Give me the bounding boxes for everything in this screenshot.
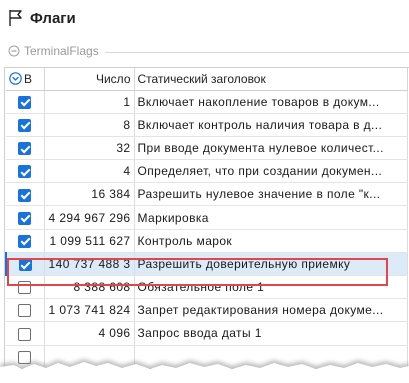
table-row[interactable]: 16 384 Разрешить нулевое значение в поле … [6,182,408,207]
title-bar: Флаги [0,0,409,36]
header-row: В Число Статический заголовок [6,68,408,91]
row-checkbox-cell[interactable] [6,275,45,300]
sort-chevron-circle-icon[interactable] [9,71,22,85]
flags-table: В Число Статический заголовок 1 Включает … [5,68,408,383]
row-number-cell[interactable]: 1 [44,90,135,114]
checkbox-checked[interactable] [18,211,32,225]
checkbox-checked[interactable] [18,118,32,132]
table-row[interactable]: 140 737 488 3 Разрешить доверительную при… [5,252,408,277]
row-heading-cell[interactable]: Обязательное поле 1 [134,275,408,300]
row-checkbox-cell[interactable] [5,252,45,277]
table-row[interactable]: 1 Включает накопление товаров в докум... [6,90,408,114]
table-row[interactable]: 1 073 741 824 Запрет редактирования номер… [6,298,408,323]
row-number-cell[interactable]: 140 737 488 3 [44,252,135,277]
column-header-heading[interactable]: Статический заголовок [134,68,408,91]
group-divider [104,51,409,53]
table-row[interactable]: 8 Включает контроль наличия товара в д... [6,113,408,137]
flags-grid[interactable]: В Число Статический заголовок 1 Включает … [4,67,409,383]
checkbox-checked[interactable] [18,95,32,109]
row-number-cell[interactable]: 8 388 608 [44,275,135,300]
row-heading-cell[interactable]: Запрет редактирования номера докуме... [134,298,408,323]
checkbox-unchecked[interactable] [18,304,32,318]
table-row[interactable]: 4 096 Запрос ввода даты 1 [6,321,408,346]
row-number-cell[interactable]: 4 [44,159,135,184]
row-number-cell[interactable]: 4 096 [44,321,135,346]
row-number-cell[interactable]: 8 [44,113,135,137]
column-header-check-label: В [24,71,33,86]
row-heading-cell[interactable]: Включает накопление товаров в докум... [134,90,408,114]
checkbox-checked[interactable] [18,165,32,179]
row-number-cell[interactable]: 1 073 741 824 [44,298,135,323]
row-checkbox-cell[interactable] [6,205,45,230]
row-number-cell[interactable]: 1 099 511 627 [44,229,135,253]
row-heading-cell[interactable]: Маркировка [134,205,408,230]
column-header-check[interactable]: В [6,68,45,91]
row-heading-cell[interactable]: Включает контроль наличия товара в д... [134,113,408,137]
checkbox-unchecked[interactable] [18,281,32,295]
row-heading-cell[interactable]: Разрешить нулевое значение в поле "к... [134,182,408,207]
row-heading-cell[interactable]: Определяет, что при создании докумен... [134,159,408,184]
row-checkbox-cell[interactable] [6,182,45,207]
flag-icon [8,9,24,27]
row-checkbox-cell[interactable] [6,136,45,161]
group-label: TerminalFlags [24,44,99,58]
table-row[interactable]: 4 294 967 296 Маркировка [6,205,408,230]
checkbox-checked[interactable] [18,188,32,202]
row-heading-cell[interactable]: Контроль марок [134,229,408,253]
row-number-cell[interactable]: 32 [44,136,135,161]
row-heading-cell[interactable]: Запрос ввода даты 1 [134,321,408,346]
torn-paper-edge [0,359,409,383]
checkbox-unchecked[interactable] [18,327,32,341]
collapse-circle-icon[interactable] [8,45,20,57]
row-number-cell[interactable]: 16 384 [44,182,135,207]
column-header-number[interactable]: Число [44,68,135,91]
row-checkbox-cell[interactable] [6,321,45,346]
table-row[interactable]: 4 Определяет, что при создании докумен... [6,159,408,184]
row-checkbox-cell[interactable] [6,159,45,184]
group-header[interactable]: TerminalFlags [4,40,409,62]
row-heading-cell[interactable]: Разрешить доверительную приемку [134,252,408,277]
checkbox-checked[interactable] [18,234,32,248]
table-row[interactable]: 1 099 511 627 Контроль марок [6,229,408,253]
row-checkbox-cell[interactable] [6,229,45,253]
row-number-cell[interactable]: 4 294 967 296 [44,205,135,230]
checkbox-checked[interactable] [18,142,32,156]
row-checkbox-cell[interactable] [6,113,45,137]
checkbox-checked[interactable] [18,258,32,272]
row-checkbox-cell[interactable] [6,298,45,323]
row-checkbox-cell[interactable] [6,90,45,114]
table-row[interactable]: 32 При вводе документа нулевое количест..… [6,136,408,161]
table-row[interactable]: 8 388 608 Обязательное поле 1 [6,275,408,300]
window-title: Флаги [30,9,76,27]
row-heading-cell[interactable]: При вводе документа нулевое количест... [134,136,408,161]
